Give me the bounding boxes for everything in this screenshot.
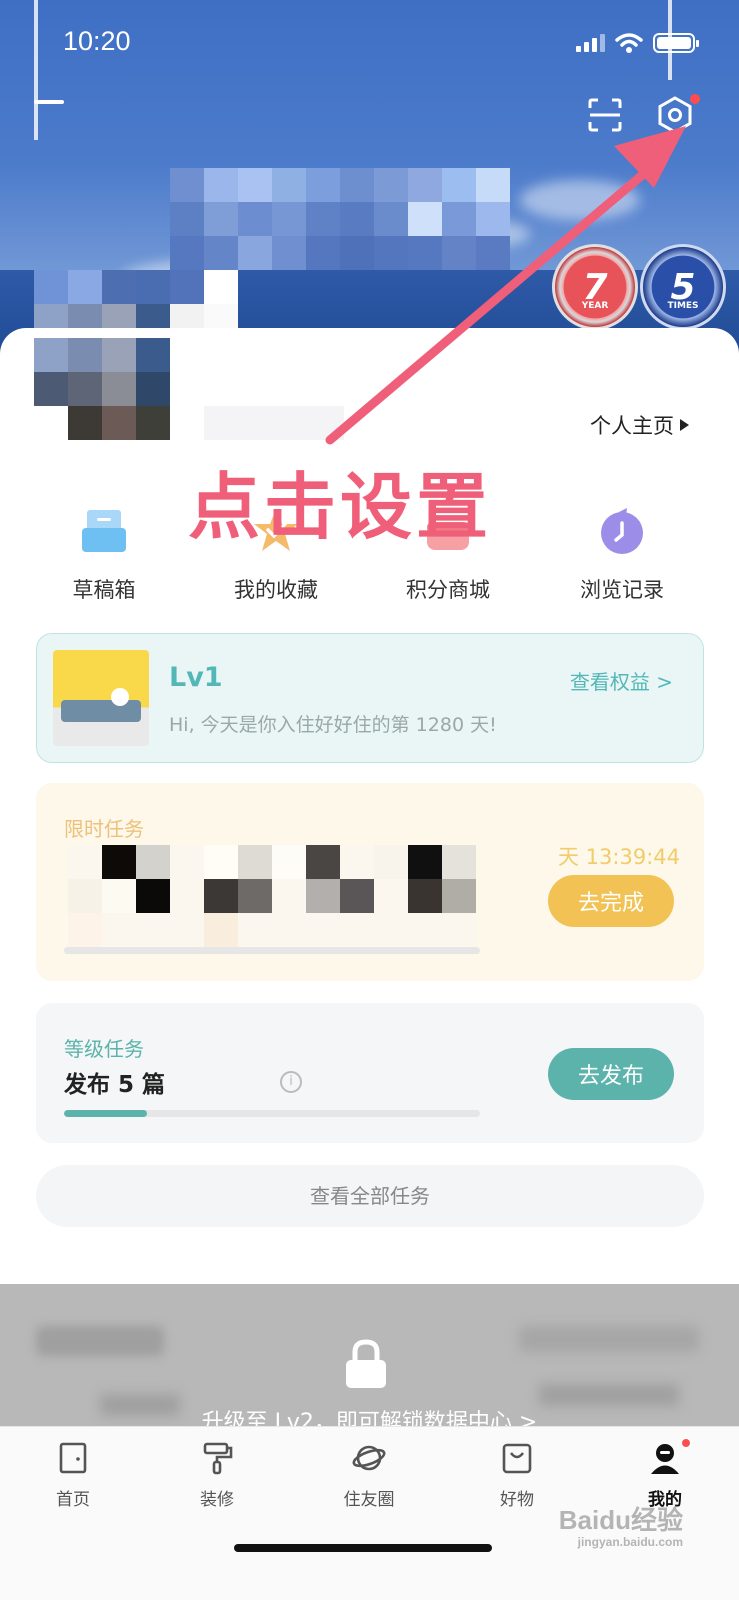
times-badge-caption: TIMES [667,301,699,311]
pixelated-id [204,406,344,440]
profile-icon [651,1444,679,1474]
grade-task-subtitle: 发布 5 篇 [64,1072,166,1098]
pixelated-avatar-lower [34,338,170,440]
lock-icon [346,1339,386,1388]
watermark-brand: Baidu经验 [558,1505,683,1535]
tab-goods-label: 好物 [500,1490,534,1510]
watermark-sub: jingyan.baidu.com [577,1535,683,1549]
watermark: Baidu经验 jingyan.baidu.com [559,1500,683,1549]
year-badge[interactable]: 7 YEAR [552,244,638,330]
triangle-right-icon [680,419,689,431]
planet-icon [352,1445,386,1471]
view-benefits-link[interactable]: 查看权益 > [570,666,673,695]
level-name: Lv1 [169,662,223,693]
status-bar: 10:20 [0,22,739,62]
quick-action-history-label: 浏览记录 [580,578,664,602]
tab-community[interactable]: 住友圈 [314,1441,424,1510]
scan-icon[interactable] [588,98,622,132]
pixelated-task-name [68,845,476,947]
tab-decoration-label: 装修 [200,1490,234,1510]
grade-task-progress-fill [64,1110,148,1117]
quick-action-mall-label: 积分商城 [406,578,490,602]
info-icon[interactable]: i [280,1071,302,1093]
tab-community-label: 住友圈 [343,1490,395,1510]
grade-task-progress [64,1110,480,1117]
locked-data-center[interactable]: 升级至 Lv2，即可解锁数据中心 > [0,1284,739,1435]
year-badge-caption: YEAR [581,301,609,311]
quick-action-drafts[interactable]: 草稿箱 [34,506,174,604]
tab-decoration[interactable]: 装修 [162,1441,272,1510]
view-all-tasks-button[interactable]: 查看全部任务 [36,1165,704,1227]
grade-task-title: 等级任务 [64,1037,144,1061]
quick-action-drafts-label: 草稿箱 [72,578,136,602]
publish-button[interactable]: 去发布 [548,1048,674,1100]
limited-task-progress [64,947,480,954]
tab-home-label: 首页 [56,1490,90,1510]
level-card[interactable]: Lv1 查看权益 > Hi, 今天是你入住好好住的第 1280 天! [36,633,704,763]
shopping-bag-icon [502,1443,532,1474]
level-message: Hi, 今天是你入住好好住的第 1280 天! [169,714,497,736]
level-illustration [53,650,149,746]
signal-icon [576,34,605,52]
paint-roller-icon [203,1442,233,1475]
grade-task-card: 等级任务 发布 5 篇 i 去发布 [36,1003,704,1143]
home-indicator [234,1544,492,1552]
limited-task-countdown: 天 13:39:44 [558,845,680,869]
wifi-icon [615,33,643,53]
times-badge[interactable]: 5 TIMES [640,244,726,330]
home-icon [59,1442,87,1474]
menu-icon[interactable] [34,100,64,104]
limited-task-card: 限时任务 天 13:39:44 去完成 [36,783,704,981]
tab-mine-notification-dot [680,1437,692,1449]
quick-action-history[interactable]: 浏览记录 [552,506,692,604]
status-time: 10:20 [63,26,131,56]
battery-icon [653,33,699,53]
drafts-icon [82,510,126,552]
history-icon [601,508,643,554]
personal-homepage-link[interactable]: 个人主页 [590,410,689,440]
complete-task-button[interactable]: 去完成 [548,875,674,927]
quick-action-favorites-label: 我的收藏 [234,578,318,602]
personal-homepage-label: 个人主页 [590,414,674,438]
pixelated-nickname [170,168,510,270]
annotation-text: 点击设置 [188,465,493,549]
tab-goods[interactable]: 好物 [462,1441,572,1510]
tab-home[interactable]: 首页 [18,1441,128,1510]
settings-button[interactable] [656,96,694,134]
notification-dot [690,94,700,104]
limited-task-title: 限时任务 [64,817,144,841]
